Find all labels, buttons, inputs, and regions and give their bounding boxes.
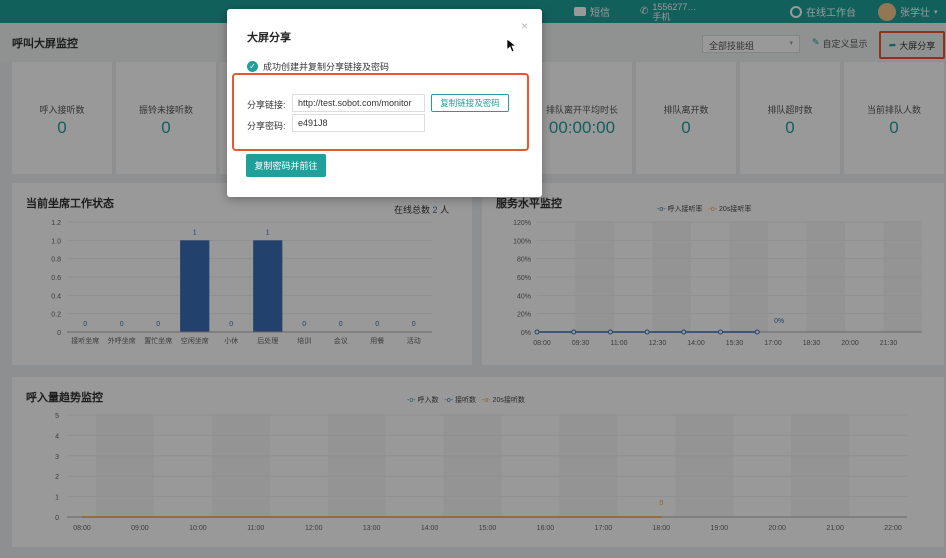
share-password-field[interactable]: e491J8	[292, 114, 425, 132]
close-icon[interactable]: ×	[521, 19, 528, 33]
copy-link-button[interactable]: 复制链接及密码	[431, 94, 509, 112]
link-label: 分享链接:	[247, 100, 286, 110]
check-circle-icon: ✓	[247, 61, 258, 72]
copy-password-go-button[interactable]: 复制密码并前往	[246, 154, 326, 177]
highlight-box	[232, 73, 529, 151]
cursor-icon	[507, 39, 517, 53]
share-link-field[interactable]: http://test.sobot.com/monitor	[292, 94, 425, 112]
share-modal: 大屏分享 × ✓ 成功创建并复制分享链接及密码 分享链接: http://tes…	[227, 9, 542, 197]
success-message: ✓ 成功创建并复制分享链接及密码	[247, 60, 389, 73]
modal-title: 大屏分享	[247, 32, 291, 44]
success-text: 成功创建并复制分享链接及密码	[263, 62, 390, 72]
password-label: 分享密码:	[247, 121, 286, 131]
